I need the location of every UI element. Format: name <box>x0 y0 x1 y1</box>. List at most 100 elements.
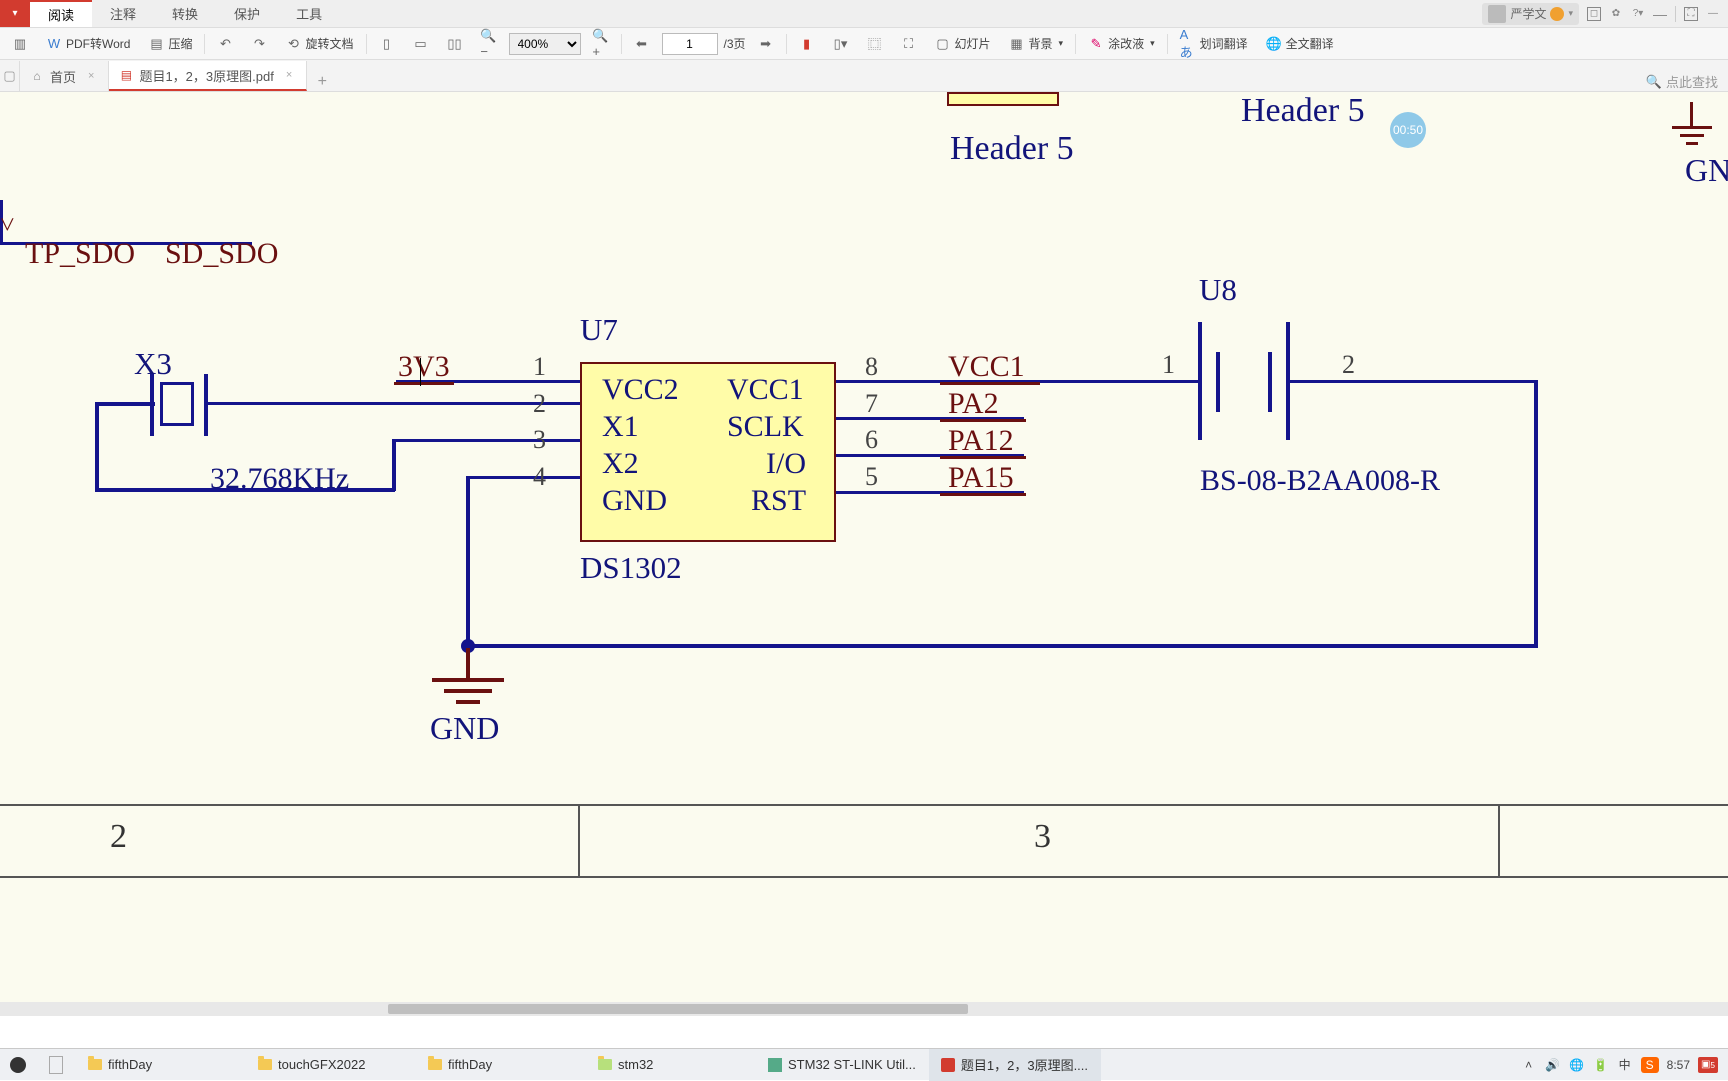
minimize-icon[interactable]: — <box>1653 7 1667 21</box>
pdf-icon: ▤ <box>119 68 133 82</box>
horizontal-scrollbar[interactable] <box>0 1002 1728 1016</box>
chevron-down-icon: ▾ <box>1568 8 1573 19</box>
app-menu-button[interactable]: ▾ <box>0 0 30 27</box>
pin-x2: X2 <box>602 447 639 481</box>
start-button[interactable] <box>0 1049 36 1081</box>
pin-sclk: SCLK <box>727 410 804 444</box>
word-translate-button[interactable]: Aあ划词翻译 <box>1174 33 1254 54</box>
zoom-in-button[interactable]: 🔍+ <box>587 34 615 54</box>
home-icon: ⌂ <box>30 69 44 83</box>
crystal-icon <box>160 382 194 426</box>
zoom-out-button[interactable]: 🔍− <box>475 34 503 54</box>
sidebar-toggle-button[interactable]: ▥ <box>6 34 34 54</box>
net-pa15: PA15 <box>948 461 1014 495</box>
xtal-freq: 32.768KHz <box>210 462 349 496</box>
slideshow-button[interactable]: ▢幻灯片 <box>929 33 997 54</box>
task-stm32[interactable]: stm32 <box>586 1049 756 1081</box>
help-icon[interactable]: ?▾ <box>1631 7 1645 21</box>
menu-protect[interactable]: 保护 <box>216 0 278 27</box>
bs-part: BS-08-B2AA008-R <box>1200 464 1440 498</box>
tab-home[interactable]: ⌂ 首页 × <box>20 61 109 91</box>
task-pdf[interactable]: 题目1，2，3原理图.... <box>929 1049 1101 1081</box>
header5b-label: Header 5 <box>1241 92 1365 130</box>
arrow-left-icon: ⬅ <box>634 36 650 52</box>
task-fifthday-2[interactable]: fifthDay <box>416 1049 586 1081</box>
menu-tools[interactable]: 工具 <box>278 0 340 27</box>
u8-pin-2: 2 <box>1342 350 1355 380</box>
compress-icon: ▤ <box>148 36 164 52</box>
col-3: 3 <box>1034 818 1051 856</box>
maximize-icon[interactable]: ⛶ <box>1684 7 1698 21</box>
pdf-to-word-button[interactable]: WPDF转Word <box>40 33 136 54</box>
avatar <box>1488 5 1506 23</box>
fit-width-button[interactable]: ▭ <box>407 34 435 54</box>
next-page-button[interactable]: ➡ <box>752 34 780 54</box>
close-icon[interactable]: × <box>286 69 292 81</box>
chip-part: DS1302 <box>580 550 682 586</box>
task-fifthday-1[interactable]: fifthDay <box>76 1049 246 1081</box>
task-blank[interactable] <box>36 1049 76 1081</box>
task-stlink[interactable]: STM32 ST-LINK Util... <box>756 1049 929 1081</box>
prev-page-button[interactable]: ⬅ <box>628 34 656 54</box>
redo-button[interactable]: ↷ <box>245 34 273 54</box>
background-icon: ▦ <box>1009 36 1025 52</box>
settings-icon[interactable]: ✿ <box>1609 7 1623 21</box>
network-icon[interactable]: 🌐 <box>1569 1057 1585 1073</box>
user-badge-icon <box>1550 7 1564 21</box>
undo-button[interactable]: ↶ <box>211 34 239 54</box>
text-cursor <box>420 358 421 386</box>
page-input[interactable] <box>662 33 718 55</box>
pin-vcc1: VCC1 <box>727 373 804 407</box>
search-box[interactable]: 🔍 点此查找 <box>1646 72 1728 91</box>
ime-icon[interactable]: 中 <box>1617 1057 1633 1073</box>
window-restore-icon[interactable]: ◻ <box>1587 7 1601 21</box>
tab-list-button[interactable]: ▢ <box>0 61 20 91</box>
sogou-icon[interactable]: S <box>1641 1057 1659 1073</box>
arrow-right-icon: ➡ <box>758 36 774 52</box>
pdf-icon <box>941 1058 955 1072</box>
document-viewport[interactable]: Header 5 Header 5 GN TP_SDO SD_SDO ˅ X3 … <box>0 92 1728 1016</box>
task-touchgfx[interactable]: touchGFX2022 <box>246 1049 416 1081</box>
chevron-up-icon[interactable]: ˄ <box>1521 1057 1537 1073</box>
rotate-button[interactable]: ⟲旋转文档 <box>279 33 359 54</box>
timer-badge: 00:50 <box>1390 112 1426 148</box>
notification-icon[interactable]: ▣5 <box>1698 1057 1718 1073</box>
menu-convert[interactable]: 转换 <box>154 0 216 27</box>
clock[interactable]: 8:57 <box>1667 1058 1690 1072</box>
pin-vcc2: VCC2 <box>602 373 679 407</box>
tab-document[interactable]: ▤ 题目1，2，3原理图.pdf × <box>109 61 307 91</box>
user-chip[interactable]: 严学文 ▾ <box>1482 3 1579 25</box>
folder-icon <box>428 1059 442 1070</box>
bookmark-button[interactable]: ▮ <box>793 34 821 54</box>
folder-icon <box>258 1059 272 1070</box>
background-button[interactable]: ▦背景▾ <box>1003 33 1070 54</box>
menu-read[interactable]: 阅读 <box>30 0 92 27</box>
fit-two-button[interactable]: ▯▯ <box>441 34 469 54</box>
compress-button[interactable]: ▤压缩 <box>142 33 198 54</box>
layout-button[interactable]: ▯▾ <box>827 34 855 54</box>
u8-pin-1: 1 <box>1162 350 1175 380</box>
fit-page-button[interactable]: ▯ <box>373 34 401 54</box>
menu-annotate[interactable]: 注释 <box>92 0 154 27</box>
volume-icon[interactable]: 🔊 <box>1545 1057 1561 1073</box>
pin-1: 1 <box>533 352 546 382</box>
net-pa12: PA12 <box>948 424 1014 458</box>
zoom-select[interactable]: 400% <box>509 33 581 55</box>
bookmark-icon: ▮ <box>799 36 815 52</box>
layout-icon: ▯▾ <box>833 36 849 52</box>
pin-5: 5 <box>865 462 878 492</box>
new-tab-button[interactable]: + <box>307 73 337 91</box>
user-name: 严学文 <box>1510 5 1546 22</box>
full-translate-button[interactable]: 🌐全文翻译 <box>1260 33 1340 54</box>
folder-icon <box>598 1059 612 1070</box>
battery-icon[interactable]: 🔋 <box>1593 1057 1609 1073</box>
crop-button[interactable]: ⿴ <box>861 34 889 54</box>
folder-icon <box>88 1059 102 1070</box>
close-icon[interactable]: × <box>88 70 94 82</box>
windows-icon <box>9 1056 27 1074</box>
scroll-thumb[interactable] <box>388 1004 968 1014</box>
erase-button[interactable]: ✎涂改液▾ <box>1082 33 1161 54</box>
zoom-out-icon: 🔍− <box>481 36 497 52</box>
fullscreen-button[interactable]: ⛶ <box>895 34 923 54</box>
close-icon[interactable]: — <box>1706 7 1720 21</box>
